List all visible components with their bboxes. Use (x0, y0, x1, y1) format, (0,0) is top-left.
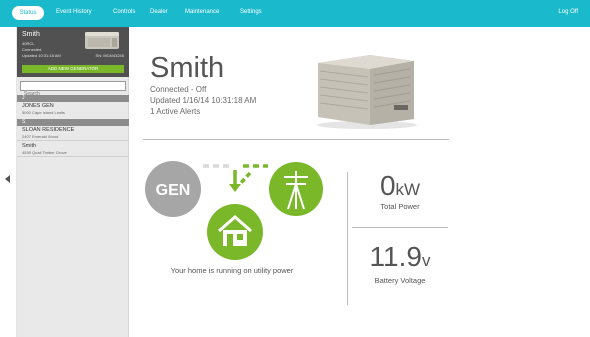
battery-voltage-label: Battery Voltage (374, 276, 426, 285)
page-title: Smith (150, 52, 225, 84)
search-box[interactable] (20, 81, 126, 98)
utility-to-home-line (237, 171, 252, 187)
total-power-label: Total Power (380, 202, 420, 211)
list-item-name: SLOAN RESIDENCE (22, 127, 75, 133)
gen-label: GEN (156, 182, 191, 199)
vertical-divider (347, 172, 348, 305)
list-item[interactable]: JONES GEN 5000 Cape Island Limits (17, 103, 129, 117)
total-power-readout: 0kW (352, 170, 448, 202)
selected-generator-connection: Connected (22, 47, 42, 52)
list-item[interactable]: SLOAN RESIDENCE 2407 Emerald Wood (17, 127, 129, 141)
list-item-name: Smith (22, 143, 37, 149)
down-arrow-icon (229, 184, 241, 192)
tab-status[interactable]: Status (12, 6, 44, 20)
add-new-generator-button[interactable]: ADD NEW GENERATOR (22, 65, 124, 73)
list-divider (17, 156, 129, 157)
total-power-unit: kW (395, 180, 421, 199)
selected-generator-card[interactable]: Smith 40RCL Connected Updated 10:31:18 A… (17, 27, 129, 77)
generator-thumbnail-icon (85, 32, 119, 49)
stats-divider (352, 227, 448, 228)
active-alerts[interactable]: 1 Active Alerts (150, 107, 200, 116)
group-header-j: J (17, 95, 129, 102)
total-power-value: 0 (379, 170, 396, 201)
battery-voltage-value: 11.9 (369, 241, 422, 272)
tab-settings[interactable]: Settings (240, 9, 262, 15)
generator-image (317, 55, 417, 129)
tab-event-history[interactable]: Event History (56, 9, 92, 15)
list-item-address: 5000 Cape Island Limits (22, 110, 65, 115)
top-nav-bar: Status Event History Controls Dealer Mai… (0, 0, 590, 27)
tab-controls[interactable]: Controls (113, 9, 135, 15)
list-item-address: 4539 Quail Timber Grove (22, 150, 67, 155)
power-flow-diagram: GEN (145, 161, 323, 260)
selected-generator-name: Smith (22, 31, 40, 38)
list-item[interactable]: Smith 4539 Quail Timber Grove (17, 143, 129, 157)
group-header-s: S (17, 119, 129, 126)
section-divider (143, 139, 449, 140)
tab-status-label: Status (19, 10, 37, 16)
power-source-caption: Your home is running on utility power (170, 266, 294, 275)
list-item-name: JONES GEN (22, 103, 54, 109)
selected-generator-updated: Updated 10:31:18 AM (22, 53, 61, 58)
list-divider (17, 140, 129, 141)
list-item-address: 2407 Emerald Wood (22, 134, 59, 139)
connection-status: Connected - Off (150, 85, 207, 94)
collapse-arrow-icon[interactable] (5, 175, 10, 183)
selected-generator-serial: SN: MCM43245 (95, 53, 124, 58)
battery-voltage-unit: v (421, 251, 431, 270)
tab-dealer[interactable]: Dealer (150, 9, 168, 15)
last-updated: Updated 1/16/14 10:31:18 AM (150, 96, 257, 105)
tab-maintenance[interactable]: Maintenance (185, 9, 219, 15)
selected-generator-model: 40RCL (22, 41, 35, 46)
log-off-link[interactable]: Log Off (558, 9, 578, 15)
sidebar-collapse-strip[interactable] (0, 27, 17, 337)
battery-voltage-readout: 11.9v (352, 241, 448, 273)
generator-sidebar: Smith 40RCL Connected Updated 10:31:18 A… (17, 27, 129, 337)
